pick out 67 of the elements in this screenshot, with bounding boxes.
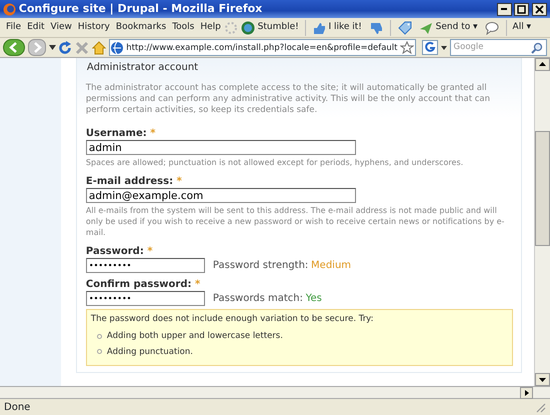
- home-icon[interactable]: [92, 40, 106, 54]
- status-label: Passwords match:: [212, 292, 303, 306]
- password-field[interactable]: •••••••••: [86, 291, 205, 306]
- menu-item[interactable]: File: [3, 20, 24, 36]
- speech-bubble-icon[interactable]: [484, 20, 499, 34]
- thumbs-down-icon[interactable]: [368, 20, 383, 34]
- address-bar[interactable]: http://www.example.com/install.php?locale=en&profile=default: [108, 39, 416, 56]
- warning-text: The password does not include enough variation to be secure. Try:: [90, 313, 374, 326]
- send-button[interactable]: Send to ▾: [416, 20, 481, 36]
- status-text: Done: [4, 400, 32, 414]
- field-label: Password:: [86, 246, 144, 257]
- menu-item[interactable]: Tools: [169, 20, 198, 36]
- field-hint: Spaces are allowed; punctuation is not allowed except for periods, hyphens, and underscores.: [86, 157, 464, 168]
- caret-icon: ▾: [526, 20, 531, 34]
- menu-item[interactable]: Edit: [24, 20, 48, 36]
- bullet-icon: [96, 349, 102, 354]
- field-label: Username:: [86, 128, 147, 139]
- close-icon: [535, 4, 544, 14]
- star-icon[interactable]: [400, 41, 414, 54]
- search-icon: [531, 42, 544, 54]
- status-label: Password strength:: [212, 259, 308, 273]
- dropdown-caret-icon[interactable]: [441, 46, 448, 50]
- status-value: Medium: [311, 259, 352, 273]
- vertical-scrollbar[interactable]: [534, 58, 550, 386]
- window-close-button[interactable]: [532, 2, 547, 16]
- globe-icon: [110, 40, 124, 54]
- scroll-up-icon[interactable]: [535, 58, 550, 71]
- caret-icon: ▾: [473, 20, 478, 34]
- window-minimize-button[interactable]: [496, 2, 512, 16]
- password-field[interactable]: •••••••••: [86, 258, 205, 273]
- required-mark: *: [194, 279, 200, 290]
- minimize-icon: [501, 8, 507, 10]
- field-hint: All e-mails from the system will be sent to this address. The e-mail address is not made public and will only be used if you wish to receive a new password or wish to receive certain news or notifications by e-mail.: [86, 205, 506, 238]
- input-field[interactable]: admin@example.com: [86, 188, 356, 203]
- required-mark: *: [150, 128, 156, 139]
- window-maximize-button[interactable]: [514, 2, 530, 16]
- horizontal-scrollbar[interactable]: [0, 386, 550, 398]
- send-icon: [418, 20, 433, 34]
- scroll-down-icon[interactable]: [535, 373, 550, 386]
- menu-item[interactable]: View: [48, 20, 75, 36]
- resize-grip-icon: [534, 401, 546, 413]
- stumble-button[interactable]: Stumble!: [238, 20, 302, 36]
- required-mark: *: [147, 246, 153, 257]
- menu-item[interactable]: History: [74, 20, 113, 36]
- field-label: E-mail address:: [86, 176, 174, 187]
- maximize-icon: [517, 4, 526, 14]
- window-title: Configure site | Drupal - Mozilla Firefox: [18, 0, 264, 17]
- tag-icon[interactable]: [398, 20, 412, 34]
- required-mark: *: [176, 176, 182, 187]
- scrollbar-thumb[interactable]: [535, 131, 550, 246]
- input-field[interactable]: admin: [86, 140, 356, 155]
- thumbs-up-icon: [312, 20, 326, 34]
- menu-item[interactable]: Help: [197, 20, 224, 36]
- reload-icon[interactable]: [58, 40, 72, 54]
- all-button[interactable]: All ▾: [510, 20, 534, 36]
- dropdown-caret-icon[interactable]: [48, 45, 56, 50]
- suggestion-text: Adding punctuation.: [106, 346, 193, 358]
- spinner-icon: [224, 20, 238, 34]
- menu-item[interactable]: Bookmarks: [112, 20, 170, 36]
- field-label: Confirm password:: [86, 279, 192, 290]
- fieldset-legend: Administrator account: [86, 58, 513, 83]
- bullet-icon: [96, 334, 102, 339]
- scroll-right-icon[interactable]: [520, 387, 533, 399]
- status-value: Yes: [306, 292, 322, 306]
- like-button[interactable]: I like it!: [308, 20, 365, 36]
- suggestion-text: Adding both upper and lowercase letters.: [106, 330, 283, 342]
- fieldset-description: The administrator account has complete access to the site; it will automatically be granted all permissions and can perform any administrative activity. This will be the only account that can perform certain activities, so keep its credentials safe.: [86, 83, 491, 116]
